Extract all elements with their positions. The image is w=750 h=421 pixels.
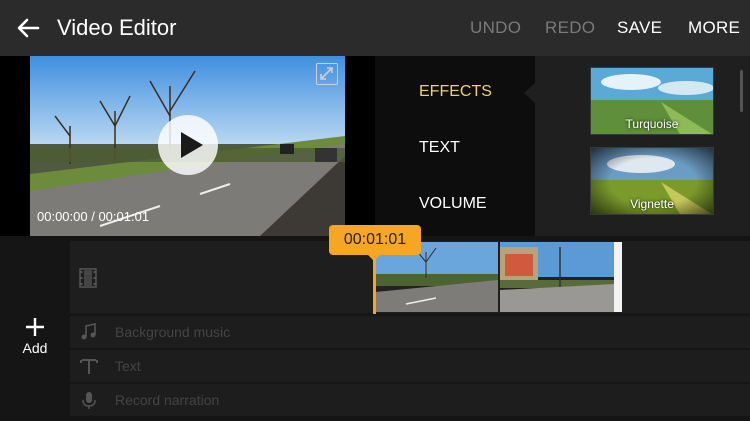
menu-item-effects[interactable]: EFFECTS [419,83,492,101]
expand-icon[interactable] [316,63,338,85]
effect-label: Vignette [630,197,674,211]
plus-icon [26,318,44,336]
undo-button[interactable]: UNDO [470,18,521,38]
track-label: Record narration [115,392,220,408]
playhead-time-badge[interactable]: 00:01:01 [329,225,421,255]
music-note-icon [81,323,96,340]
track-label: Background music [115,324,231,340]
play-icon [181,132,203,158]
back-arrow-icon[interactable] [14,14,42,42]
clip-end-handle[interactable] [614,242,622,312]
microphone-icon [82,392,96,409]
text-icon [80,359,98,374]
clip-thumbnail [500,242,615,312]
video-clip-2[interactable] [500,242,615,312]
menu-item-volume[interactable]: VOLUME [419,195,487,213]
effect-thumbnail-vignette[interactable]: Vignette [590,147,714,215]
save-button[interactable]: SAVE [617,18,662,38]
redo-button[interactable]: REDO [545,18,595,38]
text-track[interactable]: Text [70,350,750,382]
play-button[interactable] [158,115,218,175]
menu-item-text[interactable]: TEXT [419,139,460,157]
page-title: Video Editor [57,15,177,40]
add-label: Add [22,340,48,356]
effect-label: Turquoise [625,117,679,131]
edit-menu: EFFECTS TEXT VOLUME [375,56,535,236]
track-label: Text [115,358,141,374]
background-music-track[interactable]: Background music [70,316,750,348]
effect-thumbnail-turquoise[interactable]: Turquoise [590,67,714,135]
total-time: 00:01:01 [98,209,150,224]
playhead-line[interactable] [373,258,376,314]
menu-selection-indicator [524,83,535,103]
more-button[interactable]: MORE [688,18,740,38]
app-bar: Video Editor UNDO REDO SAVE MORE [0,0,750,56]
playhead-pointer [367,254,381,261]
current-time: 00:00:00 [37,209,88,224]
record-narration-track[interactable]: Record narration [70,384,750,416]
film-icon [79,268,97,288]
video-timecode: 00:00:00 / 00:01:01 [37,209,150,224]
effects-scrollbar[interactable] [740,70,743,112]
